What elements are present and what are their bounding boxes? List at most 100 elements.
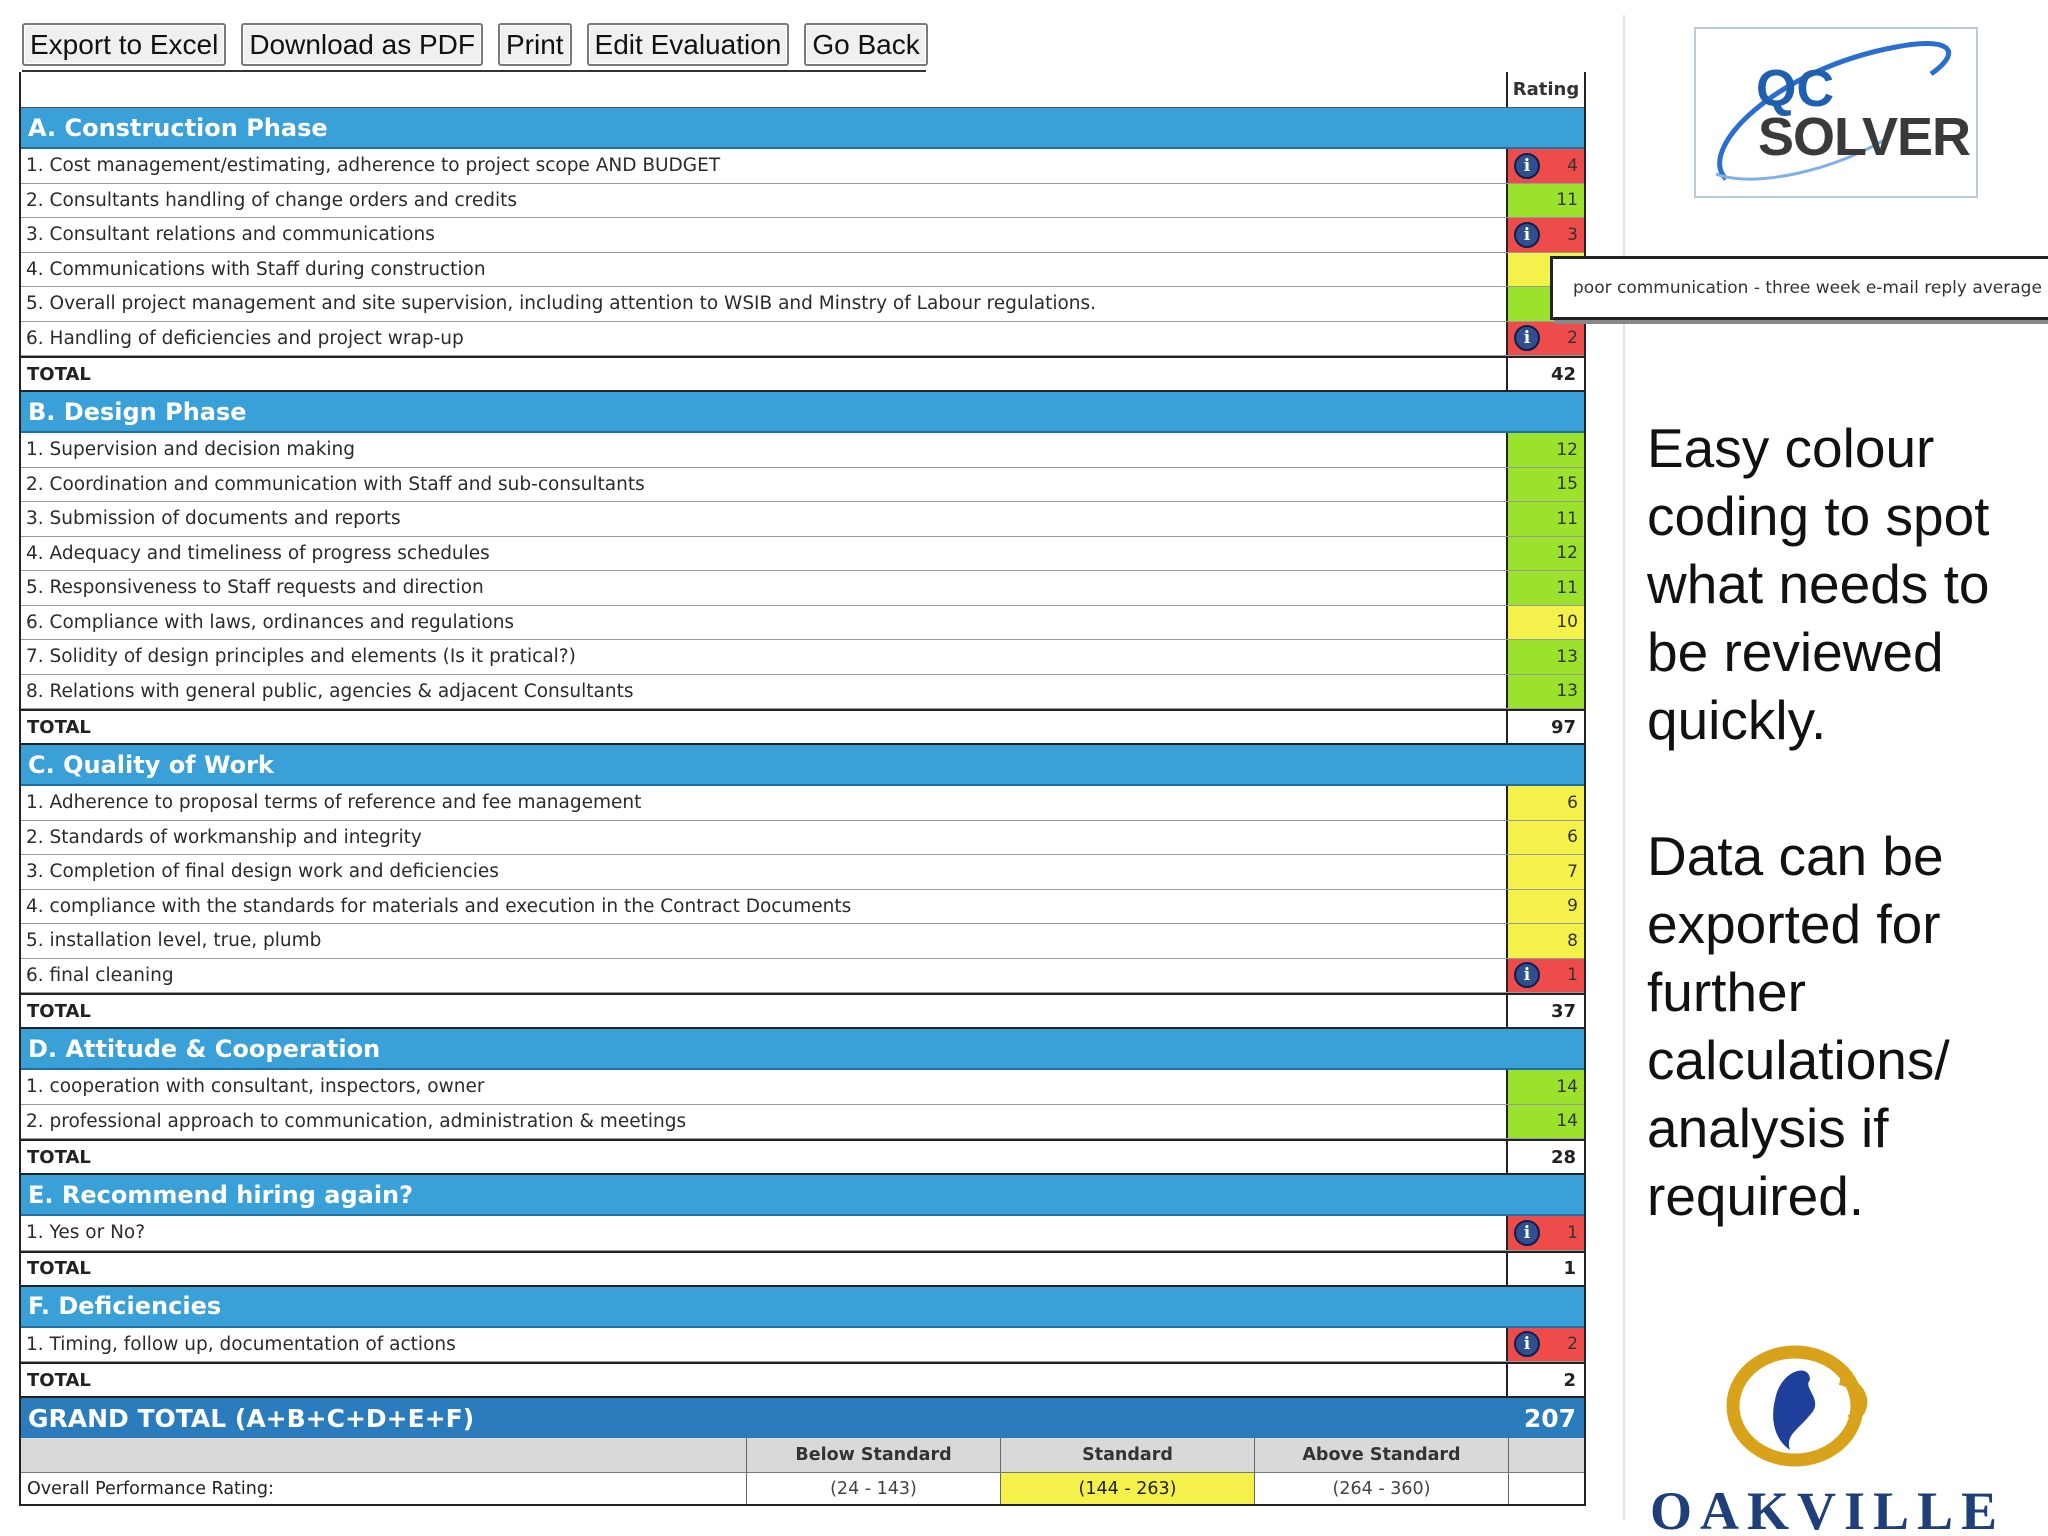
rating-value: 15	[1556, 474, 1578, 495]
section-header: A. Construction Phase	[21, 108, 1584, 149]
rating-value: 13	[1556, 681, 1578, 702]
rating-value: 11	[1556, 577, 1578, 598]
criterion-label: 2. professional approach to communicatio…	[26, 1110, 687, 1132]
criterion-row: 8. Relations with general public, agenci…	[21, 674, 1584, 709]
rating-cell: i3	[1506, 218, 1584, 252]
criterion-label: 2. Standards of workmanship and integrit…	[26, 826, 422, 848]
total-value: 2	[1506, 1364, 1584, 1396]
performance-header-row: Below Standard Standard Above Standard	[21, 1438, 1584, 1472]
criterion-row: 1. Yes or No? i 1	[21, 1216, 1584, 1251]
criterion-row: 6. final cleaning i 1	[21, 958, 1584, 993]
rating-cell: i4	[1506, 149, 1584, 183]
performance-header-end	[1508, 1438, 1584, 1472]
rating-value: 6	[1567, 827, 1578, 848]
rating-cell: 11	[1506, 571, 1584, 605]
rating-value: 13	[1556, 646, 1578, 667]
total-label: TOTAL	[27, 1258, 91, 1279]
feature-description: Easy colour coding to spot what needs to…	[1647, 414, 2037, 1298]
panel-divider	[1623, 15, 1625, 1520]
section-total-row: TOTAL 1	[21, 1250, 1584, 1287]
criterion-label: 4. compliance with the standards for mat…	[26, 895, 852, 917]
criterion-label: 5. Responsiveness to Staff requests and …	[26, 577, 484, 599]
total-label: TOTAL	[27, 1000, 91, 1022]
total-label: TOTAL	[27, 716, 91, 738]
oakville-logo: OAKVILLE	[1650, 1340, 1997, 1536]
criterion-label: 4. Adequacy and timeliness of progress s…	[26, 542, 490, 564]
edit-evaluation-button[interactable]: Edit Evaluation	[586, 23, 790, 66]
download-as-pdf-button[interactable]: Download as PDF	[241, 23, 483, 66]
rating-value: 12	[1556, 439, 1578, 460]
criterion-row: 2. professional approach to communicatio…	[21, 1104, 1584, 1139]
above-standard-range: (264 - 360)	[1254, 1473, 1508, 1504]
criterion-label: 1. Adherence to proposal terms of refere…	[26, 792, 642, 814]
section-header: B. Design Phase	[21, 392, 1584, 433]
criterion-label: 1. cooperation with consultant, inspecto…	[26, 1076, 485, 1098]
criterion-row: 4. compliance with the standards for mat…	[21, 889, 1584, 924]
below-standard-range: (24 - 143)	[746, 1473, 1000, 1504]
criterion-row: 2. Coordination and communication with S…	[21, 467, 1584, 502]
criterion-row: 3. Submission of documents and reports 11	[21, 502, 1584, 537]
total-value: 42	[1506, 358, 1584, 390]
colour-coding-text: Easy colour coding to spot what needs to…	[1647, 417, 1990, 751]
criterion-row: 1. Cost management/estimating, adherence…	[21, 149, 1584, 184]
logo-qc-text: QC	[1756, 60, 1834, 118]
comment-tooltip: poor communication - three week e-mail r…	[1550, 256, 2048, 320]
rating-cell: 13	[1506, 640, 1584, 674]
criterion-row: 5. Responsiveness to Staff requests and …	[21, 571, 1584, 606]
info-icon[interactable]: i	[1514, 152, 1540, 179]
section-total-row: TOTAL 37	[21, 993, 1584, 1029]
table-header-row: Rating	[21, 72, 1584, 108]
rating-value: 11	[1556, 508, 1578, 529]
sections-container: A. Construction Phase 1. Cost management/…	[21, 108, 1584, 1398]
standard-range: (144 - 263)	[1000, 1473, 1254, 1504]
criterion-label: 6. Handling of deficiencies and project …	[26, 327, 464, 349]
rating-value: 1	[1567, 965, 1578, 986]
criterion-label: 3. Consultant relations and communicatio…	[26, 224, 435, 246]
rating-value: 14	[1556, 1111, 1578, 1132]
standard-header: Standard	[1000, 1438, 1254, 1472]
criterion-label: 7. Solidity of design principles and ele…	[26, 646, 576, 668]
rating-value: 2	[1567, 328, 1578, 349]
criterion-row: 1. cooperation with consultant, inspecto…	[21, 1070, 1584, 1105]
section-total-row: TOTAL 97	[21, 709, 1584, 745]
rating-value: 3	[1567, 224, 1578, 245]
criterion-row: 7. Solidity of design principles and ele…	[21, 640, 1584, 675]
info-icon[interactable]: i	[1514, 325, 1540, 352]
criterion-row: 2. Standards of workmanship and integrit…	[21, 820, 1584, 855]
section-header: C. Quality of Work	[21, 745, 1584, 786]
criterion-row: 5. installation level, true, plumb 8	[21, 924, 1584, 959]
export-to-excel-button[interactable]: Export to Excel	[22, 23, 227, 66]
total-value: 37	[1506, 995, 1584, 1027]
rating-value: 11	[1556, 190, 1578, 211]
header-spacer	[21, 72, 1506, 107]
section-total-row: TOTAL 2	[21, 1362, 1584, 1398]
performance-row-label: Overall Performance Rating:	[27, 1478, 274, 1499]
info-icon[interactable]: i	[1514, 1331, 1540, 1358]
criterion-row: 5. Overall project management and site s…	[21, 287, 1584, 322]
criterion-label: 4. Communications with Staff during cons…	[26, 258, 486, 280]
rating-cell: i1	[1506, 1216, 1584, 1250]
criterion-row: 6. Compliance with laws, ordinances and …	[21, 605, 1584, 640]
evaluation-table: Rating A. Construction Phase 1. Cost mana…	[19, 72, 1586, 1506]
criterion-label: 1. Timing, follow up, documentation of a…	[26, 1333, 456, 1355]
above-standard-header: Above Standard	[1254, 1438, 1508, 1472]
info-icon[interactable]: i	[1514, 1219, 1540, 1246]
criterion-label: 3. Completion of final design work and d…	[26, 861, 499, 883]
info-icon[interactable]: i	[1514, 962, 1540, 989]
section-header: F. Deficiencies	[21, 1286, 1584, 1328]
print-button[interactable]: Print	[497, 23, 572, 66]
rating-cell: 12	[1506, 433, 1584, 467]
rating-cell: 13	[1506, 674, 1584, 708]
go-back-button[interactable]: Go Back	[804, 23, 928, 66]
rating-cell: 14	[1506, 1104, 1584, 1138]
criterion-label: 1. Supervision and decision making	[26, 439, 356, 461]
rating-cell: i2	[1506, 321, 1584, 355]
export-text: Data can be exported for further calcula…	[1647, 825, 1950, 1227]
rating-cell: 11	[1506, 183, 1584, 217]
rating-value: 7	[1567, 861, 1578, 882]
info-icon[interactable]: i	[1514, 221, 1540, 248]
total-label: TOTAL	[27, 1146, 91, 1168]
performance-row-end	[1508, 1473, 1584, 1504]
total-label: TOTAL	[27, 363, 91, 385]
criterion-label: 6. Compliance with laws, ordinances and …	[26, 611, 515, 633]
